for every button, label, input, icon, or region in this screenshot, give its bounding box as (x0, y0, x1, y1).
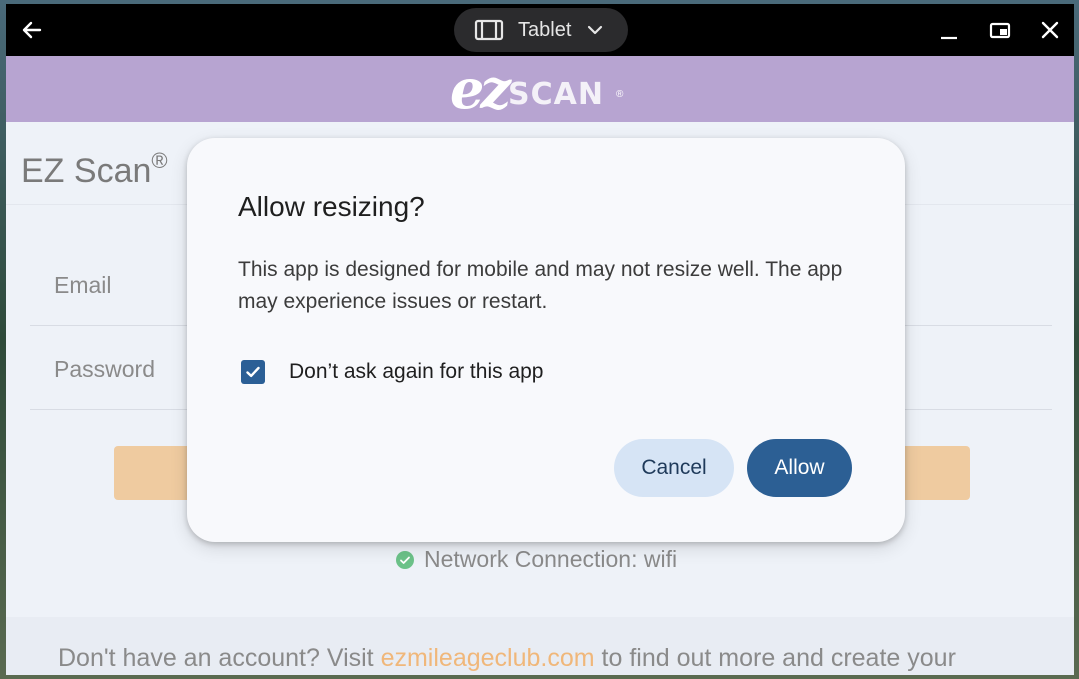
page-title: EZ Scan® (21, 148, 168, 191)
minimize-button[interactable] (937, 18, 961, 42)
restore-button[interactable] (988, 18, 1012, 42)
window-mode-selector[interactable]: Tablet (454, 8, 628, 52)
app-window: Tablet ez SCAN ® EZ Scan® Email Password… (6, 4, 1074, 675)
logo-registered-mark: ® (616, 89, 624, 100)
minimize-icon (941, 36, 957, 40)
dialog-message: This app is designed for mobile and may … (238, 258, 843, 313)
signup-footer: Don't have an account? Visit ezmileagecl… (58, 644, 956, 673)
dont-ask-again-checkbox[interactable] (241, 360, 265, 384)
email-placeholder: Email (54, 272, 112, 298)
ezscan-logo: ez SCAN ® (450, 57, 630, 121)
chevron-down-icon (588, 25, 603, 35)
arrow-left-icon (22, 21, 42, 39)
footer-suffix: to find out more and create your (594, 644, 956, 672)
restore-window-icon (989, 22, 1011, 39)
network-status-text: Network Connection: wifi (424, 546, 678, 572)
page-title-text: EZ Scan (21, 152, 152, 190)
allow-resizing-dialog: Allow resizing? This app is designed for… (187, 138, 905, 542)
window-mode-label: Tablet (518, 18, 572, 41)
page-title-registered: ® (151, 148, 168, 173)
title-bar: Tablet (6, 4, 1074, 56)
cancel-button[interactable]: Cancel (614, 439, 734, 497)
footer-prefix: Don't have an account? Visit (58, 644, 381, 672)
back-button[interactable] (20, 18, 44, 42)
ezmileageclub-link[interactable]: ezmileageclub.com (381, 644, 595, 672)
checkmark-icon (246, 366, 260, 378)
tablet-frame-icon (474, 19, 504, 41)
password-placeholder: Password (54, 356, 155, 382)
close-icon (1041, 21, 1059, 39)
allow-button[interactable]: Allow (747, 439, 852, 497)
logo-scan: SCAN (508, 77, 604, 112)
dont-ask-again-label[interactable]: Don’t ask again for this app (289, 360, 543, 384)
dialog-title: Allow resizing? (238, 191, 425, 222)
check-circle-icon (396, 550, 414, 569)
brand-header: ez SCAN ® (6, 56, 1074, 122)
network-status: Network Connection: wifi (396, 546, 677, 573)
logo-ez: ez (450, 57, 511, 121)
close-button[interactable] (1038, 18, 1062, 42)
